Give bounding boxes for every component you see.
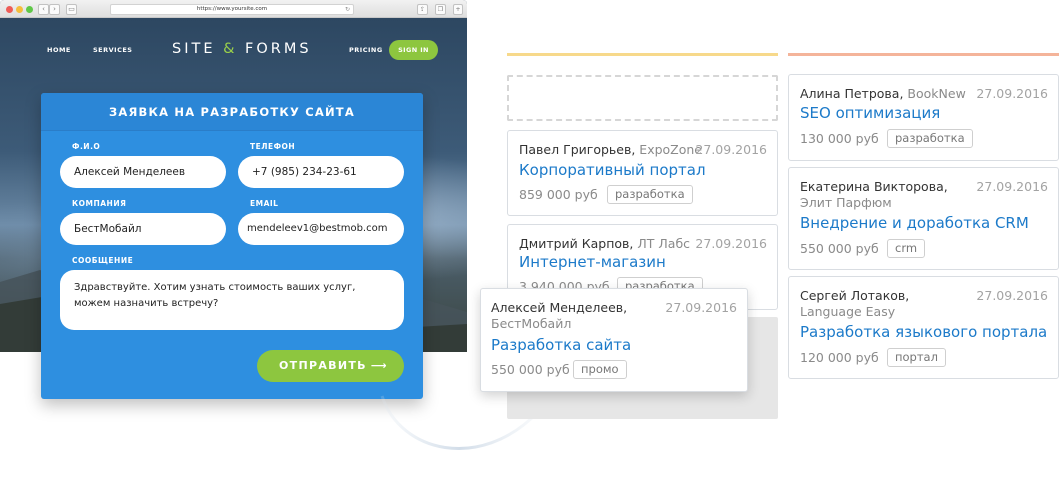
nav-pricing-link[interactable]: PRICING [349, 46, 383, 54]
client-company: BookNew [907, 86, 966, 101]
form-title: ЗАЯВКА НА РАЗРАБОТКУ САЙТА [41, 93, 423, 131]
send-label: ОТПРАВИТЬ [279, 359, 367, 372]
company-field[interactable]: БестМобайл [60, 213, 226, 245]
deal-date: 27.09.2016 [695, 142, 767, 157]
deal-title[interactable]: SEO оптимизация [800, 104, 940, 122]
deal-price: 120 000 руб [800, 350, 879, 365]
deal-card[interactable]: Сергей Лотаков, Language Easy 27.09.2016… [788, 276, 1059, 379]
dragged-deal-card[interactable]: Алексей Менделеев, БестМобайл 27.09.2016… [480, 288, 748, 392]
deal-tag[interactable]: разработка [607, 185, 693, 204]
deal-price: 550 000 руб [800, 241, 879, 256]
send-button[interactable]: ОТПРАВИТЬ ⟶ [257, 350, 404, 382]
client-company: ЛТ Лабс [637, 236, 691, 251]
fio-value: Алексей Менделеев [74, 166, 186, 178]
deal-date: 27.09.2016 [976, 288, 1048, 303]
deal-card[interactable]: Алина Петрова, BookNew 27.09.2016 SEO оп… [788, 74, 1059, 161]
email-label: EMAIL [250, 199, 279, 208]
client-name: Екатерина Викторова, Элит Парфюм [800, 179, 970, 211]
browser-toolbar: ‹ › ▭ https://www.yoursite.com ↻ ⇪ ❐ + [0, 0, 467, 18]
fio-label: Ф.И.О [72, 142, 101, 151]
back-arrow-icon[interactable]: ‹ [38, 4, 49, 15]
column-bar-right [788, 53, 1059, 56]
client-name: Павел Григорьев, ExpoZone [519, 142, 702, 158]
deal-title[interactable]: Корпоративный портал [519, 161, 706, 179]
share-icon[interactable]: ⇪ [417, 4, 428, 15]
deal-date: 27.09.2016 [976, 86, 1048, 101]
url-text: https://www.yoursite.com [196, 6, 268, 12]
client-name: Алина Петрова, BookNew [800, 86, 966, 102]
close-window-button[interactable] [6, 6, 13, 13]
email-field[interactable]: mendeleev1@bestmob.com [238, 213, 404, 245]
client-person: Алина Петрова, [800, 86, 904, 101]
deal-price: 859 000 руб [519, 187, 598, 202]
deal-title[interactable]: Интернет-магазин [519, 253, 666, 271]
tabs-icon[interactable]: ❐ [435, 4, 446, 15]
column-bar-left [507, 53, 778, 56]
deal-tag[interactable]: портал [887, 348, 946, 367]
maximize-window-button[interactable] [26, 6, 33, 13]
phone-field[interactable]: +7 (985) 234-23-61 [238, 156, 404, 188]
phone-value: +7 (985) 234-23-61 [252, 166, 357, 178]
client-person: Дмитрий Карпов, [519, 236, 634, 251]
deal-tag[interactable]: промо [573, 360, 627, 379]
logo-ampersand: & [223, 41, 238, 57]
nav-services-link[interactable]: SERVICES [93, 46, 132, 54]
client-person: Павел Григорьев, [519, 142, 636, 157]
message-value: Здравствуйте. Хотим узнать стоимость ваш… [74, 282, 356, 309]
sign-in-button[interactable]: SIGN IN [389, 40, 438, 60]
site-nav: HOME SERVICES SITE & FORMS PRICING SIGN … [0, 40, 467, 60]
client-company: ExpoZone [639, 142, 702, 157]
company-value: БестМобайл [74, 223, 142, 235]
deal-price: 550 000 руб [491, 362, 570, 377]
logo-word-site: SITE [172, 41, 216, 57]
company-label: КОМПАНИЯ [72, 199, 127, 208]
deal-date: 27.09.2016 [976, 179, 1048, 194]
email-value: mendeleev1@bestmob.com [247, 223, 388, 234]
client-name: Дмитрий Карпов, ЛТ Лабс [519, 236, 690, 252]
client-person: Алексей Менделеев, [491, 300, 628, 315]
deal-date: 27.09.2016 [695, 236, 767, 251]
client-name: Сергей Лотаков, Language Easy [800, 288, 970, 320]
deal-tag[interactable]: разработка [887, 129, 973, 148]
request-form: ЗАЯВКА НА РАЗРАБОТКУ САЙТА Ф.И.О Алексей… [41, 93, 423, 399]
client-company: БестМобайл [491, 316, 572, 331]
deal-tag[interactable]: crm [887, 239, 926, 258]
client-company: Элит Парфюм [800, 195, 892, 210]
deal-title[interactable]: Разработка сайта [491, 336, 631, 354]
client-name: Алексей Менделеев, БестМобайл [491, 300, 627, 332]
reload-icon[interactable]: ↻ [345, 5, 350, 14]
logo-word-forms: FORMS [245, 41, 312, 57]
deal-card[interactable]: Екатерина Викторова, Элит Парфюм 27.09.2… [788, 167, 1059, 270]
new-tab-icon[interactable]: + [453, 4, 463, 15]
deal-date: 27.09.2016 [665, 300, 737, 315]
stage: ‹ › ▭ https://www.yoursite.com ↻ ⇪ ❐ + H… [0, 0, 1060, 484]
sidebar-icon[interactable]: ▭ [66, 4, 77, 15]
deal-price: 130 000 руб [800, 131, 879, 146]
message-field[interactable]: Здравствуйте. Хотим узнать стоимость ваш… [60, 270, 404, 330]
client-person: Екатерина Викторова, [800, 179, 948, 194]
forward-arrow-icon[interactable]: › [49, 4, 60, 15]
nav-home-link[interactable]: HOME [47, 46, 71, 54]
message-label: СООБЩЕНИЕ [72, 256, 134, 265]
site-logo[interactable]: SITE & FORMS [172, 41, 312, 57]
deal-title[interactable]: Внедрение и доработка CRM [800, 214, 1029, 232]
client-company: Language Easy [800, 304, 896, 319]
fio-field[interactable]: Алексей Менделеев [60, 156, 226, 188]
client-person: Сергей Лотаков, [800, 288, 910, 303]
drop-placeholder [507, 75, 778, 121]
arrow-right-icon: ⟶ [370, 359, 388, 372]
address-bar[interactable]: https://www.yoursite.com ↻ [110, 4, 354, 15]
phone-label: ТЕЛЕФОН [250, 142, 296, 151]
minimize-window-button[interactable] [16, 6, 23, 13]
deal-title[interactable]: Разработка языкового портала [800, 323, 1047, 341]
deal-card[interactable]: Павел Григорьев, ExpoZone 27.09.2016 Кор… [507, 130, 778, 216]
